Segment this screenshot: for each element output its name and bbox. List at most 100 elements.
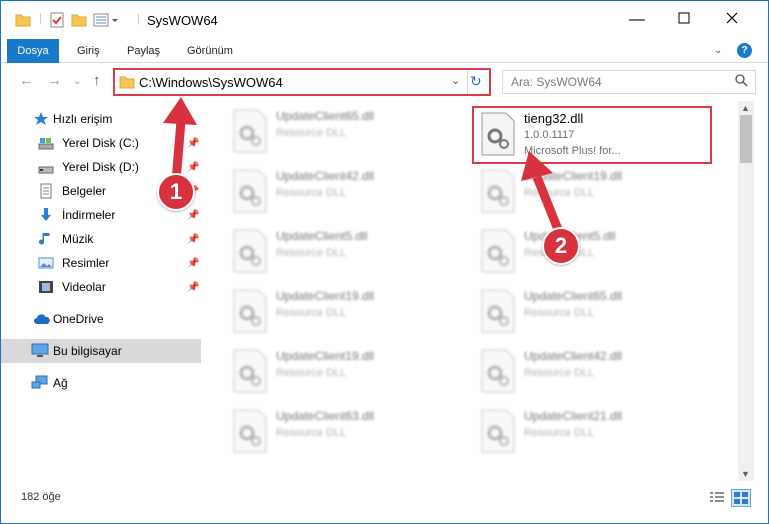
list-item[interactable]: UpdateClient65.dll Resource DLL [224, 105, 464, 155]
list-item[interactable]: UpdateClient65.dll Resource DLL [472, 285, 712, 335]
network-icon [31, 375, 48, 391]
file-type: Resource DLL [276, 127, 347, 139]
file-version: 1.0.0.1117 [524, 129, 575, 141]
close-icon [726, 11, 738, 29]
address-dropdown-icon[interactable]: ⌄ [451, 74, 460, 87]
sidebar-item-label: Yerel Disk (D:) [62, 160, 139, 174]
address-path: C:\Windows\SysWOW64 [139, 75, 283, 90]
file-name: UpdateClient21.dll [524, 409, 623, 423]
divider [467, 70, 468, 94]
sidebar-item-quick-access[interactable]: Hızlı erişim [1, 107, 201, 131]
separator: | [39, 11, 43, 25]
file-name: UpdateClient42.dll [276, 169, 375, 183]
details-view-icon[interactable] [709, 491, 725, 508]
list-item[interactable]: UpdateClient19.dll Resource DLL [224, 285, 464, 335]
title-bar: | | SysWOW64 — [1, 1, 768, 39]
sidebar-item-label: Yerel Disk (C:) [62, 136, 139, 150]
list-item[interactable]: UpdateClient19.dll Resource DLL [224, 345, 464, 395]
document-icon [38, 183, 54, 199]
file-name: UpdateClient63.dll [276, 409, 375, 423]
separator: | [137, 11, 141, 25]
large-icons-view-icon[interactable] [731, 489, 751, 507]
list-item[interactable]: UpdateClient42.dll Resource DLL [472, 345, 712, 395]
sidebar-item-label: İndirmeler [62, 208, 116, 222]
list-item[interactable]: UpdateClient5.dll Resource DLL [224, 225, 464, 275]
file-name: tieng32.dll [524, 111, 584, 126]
dll-file-icon [233, 409, 267, 453]
list-item[interactable]: UpdateClient21.dll Resource DLL [472, 405, 712, 455]
scroll-up-icon[interactable]: ▲ [741, 103, 750, 113]
maximize-button[interactable] [661, 1, 707, 39]
file-type: Resource DLL [524, 307, 595, 319]
file-name: UpdateClient65.dll [524, 289, 623, 303]
minimize-icon: — [629, 11, 645, 28]
explorer-window: | | SysWOW64 — Dosya Giriş Paylaş Görünü… [0, 0, 769, 524]
address-row: ← → ⌄ ↑ C:\Windows\SysWOW64 ⌄ ↻ Ara: Sys… [1, 64, 768, 100]
help-icon[interactable]: ? [737, 43, 752, 58]
pin-icon[interactable]: 📌 [187, 234, 199, 245]
folder-icon [119, 74, 135, 93]
scroll-down-icon[interactable]: ▼ [741, 469, 750, 479]
sidebar-item-onedrive[interactable]: OneDrive [1, 307, 201, 331]
file-description: Microsoft Plus! for... [524, 145, 621, 157]
new-folder-icon[interactable] [71, 12, 87, 30]
tab-home[interactable]: Giriş [67, 39, 110, 63]
file-type: Resource DLL [276, 367, 347, 379]
pin-icon[interactable]: 📌 [187, 138, 199, 149]
file-list: UpdateClient65.dll Resource DLL UpdateCl… [204, 101, 738, 481]
expand-ribbon-icon[interactable]: ⌄ [714, 45, 722, 56]
window-title: SysWOW64 [147, 13, 218, 28]
dll-file-icon [233, 109, 267, 153]
dll-file-icon [233, 349, 267, 393]
list-item[interactable]: UpdateClient19.dll Resource DLL [472, 165, 712, 215]
address-bar[interactable]: C:\Windows\SysWOW64 ⌄ [113, 68, 491, 96]
minimize-button[interactable]: — [614, 1, 660, 39]
dll-file-icon [481, 169, 515, 213]
file-type: Resource DLL [276, 427, 347, 439]
pin-icon[interactable]: 📌 [187, 282, 199, 293]
tab-share[interactable]: Paylaş [117, 39, 170, 63]
cloud-icon [33, 311, 50, 327]
properties-icon[interactable] [49, 12, 65, 30]
highlighted-file[interactable]: tieng32.dll 1.0.0.1117 Microsoft Plus! f… [472, 106, 712, 164]
customize-icon[interactable] [93, 12, 119, 30]
scroll-thumb[interactable] [740, 115, 752, 163]
list-item[interactable]: UpdateClient63.dll Resource DLL [224, 405, 464, 455]
file-name: UpdateClient42.dll [524, 349, 623, 363]
sidebar-item-label: Videolar [62, 280, 106, 294]
computer-icon [31, 343, 49, 359]
dll-file-icon [233, 229, 267, 273]
sidebar-item-this-pc[interactable]: Bu bilgisayar [1, 339, 201, 363]
search-input[interactable]: Ara: SysWOW64 [502, 70, 756, 94]
forward-arrow-icon[interactable]: → [47, 72, 62, 89]
tab-file[interactable]: Dosya [7, 39, 59, 63]
dll-file-icon [233, 169, 267, 213]
up-arrow-icon[interactable]: ↑ [93, 72, 101, 89]
sidebar-item-music[interactable]: Müzik 📌 [1, 227, 201, 251]
tab-view[interactable]: Görünüm [177, 39, 243, 63]
sidebar-item-network[interactable]: Ağ [1, 371, 201, 395]
close-button[interactable] [709, 1, 755, 39]
list-item[interactable]: UpdateClient5.dll Resource DLL [472, 225, 712, 275]
refresh-icon[interactable]: ↻ [470, 73, 482, 90]
pin-icon[interactable]: 📌 [187, 162, 199, 173]
folder-icon[interactable] [15, 12, 31, 30]
search-icon[interactable] [735, 74, 748, 90]
sidebar-item-label: OneDrive [53, 312, 104, 326]
dll-file-icon [233, 289, 267, 333]
search-placeholder: Ara: SysWOW64 [511, 75, 602, 89]
sidebar-item-label: Müzik [62, 232, 94, 246]
file-type: Resource DLL [524, 427, 595, 439]
sidebar-item-pictures[interactable]: Resimler 📌 [1, 251, 201, 275]
sidebar-item-local-disk-c[interactable]: Yerel Disk (C:) 📌 [1, 131, 201, 155]
list-item[interactable]: UpdateClient42.dll Resource DLL [224, 165, 464, 215]
pin-icon[interactable]: 📌 [187, 258, 199, 269]
vertical-scrollbar[interactable]: ▲ ▼ [738, 101, 754, 481]
sidebar-item-videos[interactable]: Videolar 📌 [1, 275, 201, 299]
file-name: UpdateClient19.dll [524, 169, 623, 183]
pin-icon[interactable]: 📌 [187, 210, 199, 221]
file-name: UpdateClient19.dll [276, 289, 375, 303]
recent-locations-icon[interactable]: ⌄ [73, 76, 81, 87]
back-arrow-icon[interactable]: ← [19, 72, 34, 89]
music-icon [38, 231, 54, 247]
